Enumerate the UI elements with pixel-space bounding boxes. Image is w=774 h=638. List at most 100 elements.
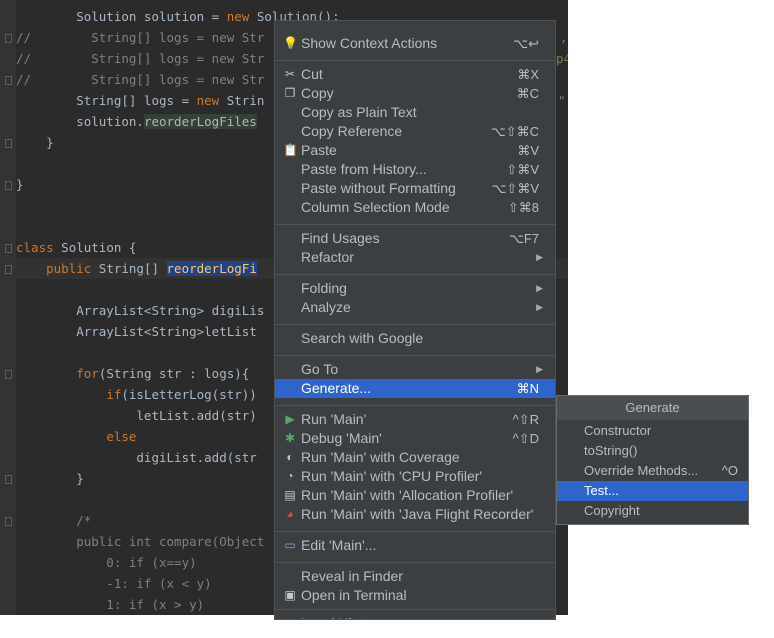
fold-marker[interactable] (5, 139, 12, 148)
menu-separator (275, 562, 555, 563)
menu-item-paste-without-formatting[interactable]: Paste without Formatting ⌥⇧⌘V (275, 179, 555, 198)
code-line: digiList.add(str (16, 450, 257, 465)
generate-item-override-methods[interactable]: Override Methods... ^O (557, 461, 748, 481)
menu-item-refactor[interactable]: Refactor ▶ (275, 248, 555, 267)
menu-item-label: Find Usages (301, 230, 380, 246)
generate-item-test[interactable]: Test... (557, 481, 748, 501)
menu-item-shortcut: ⇧⌘V (506, 162, 539, 177)
generate-submenu-title: Generate (557, 396, 748, 420)
menu-item-copy-as-plain-text[interactable]: Copy as Plain Text (275, 103, 555, 122)
generate-item-shortcut: ^O (721, 463, 738, 478)
menu-item-search-with-google[interactable]: Search with Google (275, 329, 555, 348)
menu-item-shortcut: ⌘C (516, 86, 539, 101)
edit-config-icon: ▭ (284, 538, 296, 552)
code-line: solution.reorderLogFiles (16, 114, 257, 129)
menu-item-label: Run 'Main' with 'CPU Profiler' (301, 468, 483, 484)
bulb-icon: 💡 (283, 36, 298, 50)
code-line: } (16, 135, 54, 150)
menu-separator (275, 405, 555, 406)
code-peek: p4 (556, 51, 568, 66)
menu-item-go-to[interactable]: Go To ▶ (275, 360, 555, 379)
menu-item-run-main-with-coverage[interactable]: ◐ Run 'Main' with Coverage (275, 448, 555, 467)
allocation-profiler-icon: ▤ (284, 488, 296, 502)
copy-icon: ❐ (284, 86, 296, 100)
menu-item-local-history[interactable]: Local History ▶ (275, 614, 555, 619)
submenu-arrow-icon: ▶ (536, 364, 543, 374)
menu-item-shortcut: ⌥F7 (508, 231, 539, 246)
menu-item-shortcut: ⌥⇧⌘V (491, 181, 539, 196)
menu-separator (275, 60, 555, 61)
fold-marker[interactable] (5, 265, 12, 274)
menu-item-label: Edit 'Main'... (301, 537, 377, 553)
code-line: ArrayList<String>letList (16, 324, 257, 339)
fold-marker[interactable] (5, 76, 12, 85)
menu-item-label: Copy as Plain Text (301, 104, 417, 120)
code-line: letList.add(str) (16, 408, 257, 423)
fold-marker[interactable] (5, 517, 12, 526)
code-line: // String[] logs = new Str (16, 51, 265, 66)
code-line: 0: if (x==y) (16, 555, 197, 570)
code-line: public String[] reorderLogFi (46, 261, 257, 276)
menu-item-edit-main[interactable]: ▭ Edit 'Main'... (275, 536, 555, 555)
menu-item-copy-reference[interactable]: Copy Reference ⌥⇧⌘C (275, 122, 555, 141)
code-line: } (16, 471, 84, 486)
menu-item-shortcut: ⌘V (517, 143, 539, 158)
fold-marker[interactable] (5, 475, 12, 484)
menu-item-label: Paste from History... (301, 161, 427, 177)
code-line: public int compare(Object (16, 534, 265, 549)
submenu-arrow-icon: ▶ (536, 614, 543, 619)
menu-item-label: Column Selection Mode (301, 199, 450, 215)
menu-item-run-main[interactable]: ▶ Run 'Main' ^⇧R (275, 410, 555, 429)
menu-item-label: Open in Terminal (301, 587, 407, 603)
menu-item-label: Run 'Main' with 'Allocation Profiler' (301, 487, 514, 503)
menu-item-label: Run 'Main' (301, 411, 367, 427)
menu-item-analyze[interactable]: Analyze ▶ (275, 298, 555, 317)
cpu-profiler-icon: ◔ (286, 469, 294, 483)
generate-item-constructor[interactable]: Constructor (557, 421, 748, 441)
fold-marker[interactable] (5, 244, 12, 253)
flight-recorder-icon: ◕ (286, 507, 294, 521)
menu-item-open-in-terminal[interactable]: ▣ Open in Terminal (275, 586, 555, 605)
menu-item-reveal-in-finder[interactable]: Reveal in Finder (275, 567, 555, 586)
fold-marker[interactable] (5, 181, 12, 190)
menu-item-run-main-with-cpu-profiler[interactable]: ◔ Run 'Main' with 'CPU Profiler' (275, 467, 555, 486)
clipboard-icon: 📋 (283, 143, 298, 157)
code-line: /* (16, 513, 92, 528)
generate-item-tostring[interactable]: toString() (557, 441, 748, 461)
generate-item-label: Test... (584, 483, 619, 498)
menu-item-column-selection-mode[interactable]: Column Selection Mode ⇧⌘8 (275, 198, 555, 217)
menu-item-label: Run 'Main' with 'Java Flight Recorder' (301, 506, 534, 522)
menu-item-label: Paste without Formatting (301, 180, 456, 196)
menu-item-label: Search with Google (301, 330, 424, 346)
menu-item-show-context-actions[interactable]: 💡 Show Context Actions ⌥↩ (275, 34, 555, 53)
menu-item-label: Debug 'Main' (301, 430, 382, 446)
menu-item-folding[interactable]: Folding ▶ (275, 279, 555, 298)
menu-separator (275, 355, 555, 356)
generate-item-copyright[interactable]: Copyright (557, 501, 748, 521)
menu-item-paste-from-history[interactable]: Paste from History... ⇧⌘V (275, 160, 555, 179)
menu-item-shortcut: ⌥↩ (513, 36, 539, 51)
menu-item-label: Go To (301, 361, 339, 377)
menu-item-copy[interactable]: ❐ Copy ⌘C (275, 84, 555, 103)
coverage-icon: ◐ (286, 450, 294, 464)
fold-marker[interactable] (5, 370, 12, 379)
menu-item-label: Refactor (301, 249, 354, 265)
menu-item-label: Local History (301, 614, 382, 619)
menu-item-debug-main[interactable]: ✱ Debug 'Main' ^⇧D (275, 429, 555, 448)
menu-item-paste[interactable]: 📋 Paste ⌘V (275, 141, 555, 160)
menu-separator (275, 531, 555, 532)
fold-marker[interactable] (5, 34, 12, 43)
menu-item-find-usages[interactable]: Find Usages ⌥F7 (275, 229, 555, 248)
menu-item-label: Analyze (301, 299, 351, 315)
menu-item-shortcut: ⌘N (516, 381, 539, 396)
menu-item-run-main-with-java-flight-recorder[interactable]: ◕ Run 'Main' with 'Java Flight Recorder' (275, 505, 555, 524)
generate-submenu: Generate Constructor toString() Override M… (556, 395, 749, 525)
menu-item-label: Copy (301, 85, 334, 101)
code-line: class Solution { (16, 240, 137, 255)
menu-item-run-main-with-allocation-profiler[interactable]: ▤ Run 'Main' with 'Allocation Profiler' (275, 486, 555, 505)
menu-item-cut[interactable]: ✂ Cut ⌘X (275, 65, 555, 84)
menu-separator (275, 224, 555, 225)
menu-item-label: Run 'Main' with Coverage (301, 449, 460, 465)
menu-item-generate[interactable]: Generate... ⌘N (275, 379, 555, 398)
menu-item-label: Cut (301, 66, 323, 82)
